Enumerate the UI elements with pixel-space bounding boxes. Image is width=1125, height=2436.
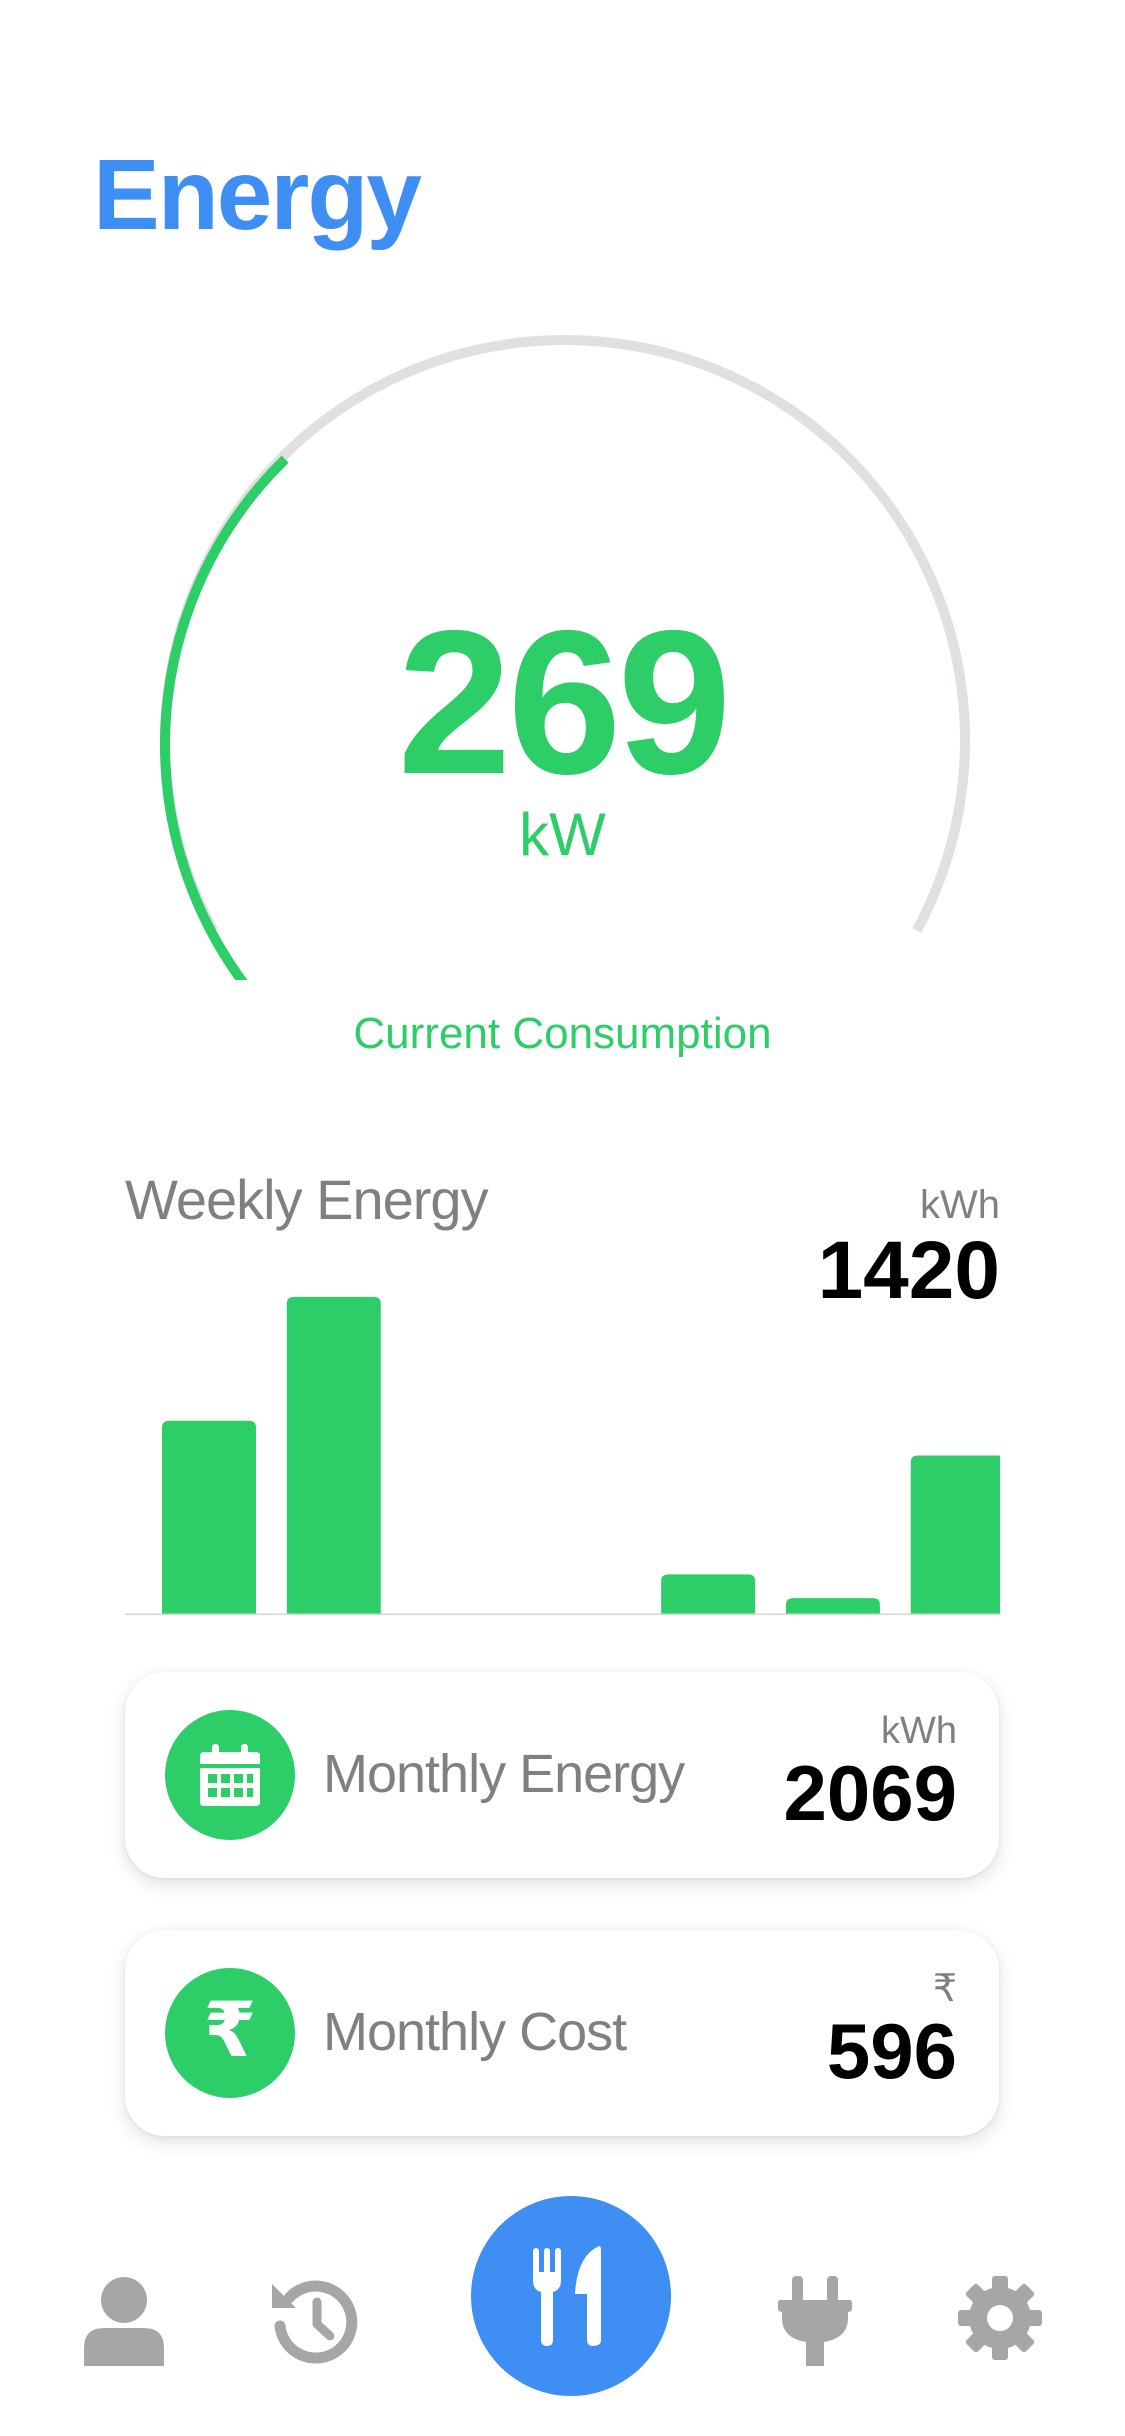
- rupee-glyph: ₹: [203, 1988, 257, 2073]
- calendar-icon: [165, 1710, 295, 1840]
- person-icon: [84, 2277, 164, 2366]
- tab-history[interactable]: [270, 2276, 360, 2366]
- tab-meals[interactable]: [471, 2196, 671, 2396]
- tab-profile[interactable]: [84, 2276, 164, 2366]
- rupee-icon: ₹: [165, 1968, 295, 2098]
- weekly-energy-chart: [125, 1296, 1000, 1615]
- monthly-cost-label: Monthly Cost: [323, 2002, 627, 2062]
- weekly-energy-title: Weekly Energy: [125, 1168, 489, 1231]
- gear-icon: [958, 2276, 1042, 2360]
- monthly-energy-label: Monthly Energy: [323, 1744, 685, 1804]
- current-consumption-label: Current Consumption: [353, 1009, 772, 1058]
- history-icon: [272, 2280, 358, 2364]
- weekly-bar-5: [661, 1574, 756, 1614]
- weekly-bar-6: [785, 1598, 880, 1614]
- bottom-tab-bar: [0, 2190, 1125, 2436]
- current-consumption-unit: kW: [519, 801, 606, 868]
- weekly-bar-2: [286, 1296, 381, 1614]
- monthly-energy-card[interactable]: Monthly Energy kWh 2069: [125, 1672, 999, 1878]
- tab-plug[interactable]: [778, 2276, 852, 2366]
- tab-settings[interactable]: [958, 2276, 1042, 2360]
- monthly-cost-card[interactable]: ₹ Monthly Cost ₹ 596: [125, 1930, 999, 2136]
- monthly-energy-unit: kWh: [881, 1710, 957, 1752]
- monthly-cost-value: 596: [826, 2007, 957, 2095]
- plug-icon: [778, 2276, 852, 2366]
- fork-knife-icon: [533, 2246, 601, 2346]
- weekly-bar-1: [162, 1420, 256, 1614]
- monthly-energy-value: 2069: [783, 1749, 957, 1837]
- weekly-energy-unit: kWh: [920, 1183, 1000, 1227]
- monthly-cost-currency: ₹: [932, 1968, 957, 2010]
- weekly-bar-7: [910, 1455, 1000, 1614]
- current-consumption-value: 269: [397, 588, 731, 817]
- page-title: Energy: [93, 139, 422, 251]
